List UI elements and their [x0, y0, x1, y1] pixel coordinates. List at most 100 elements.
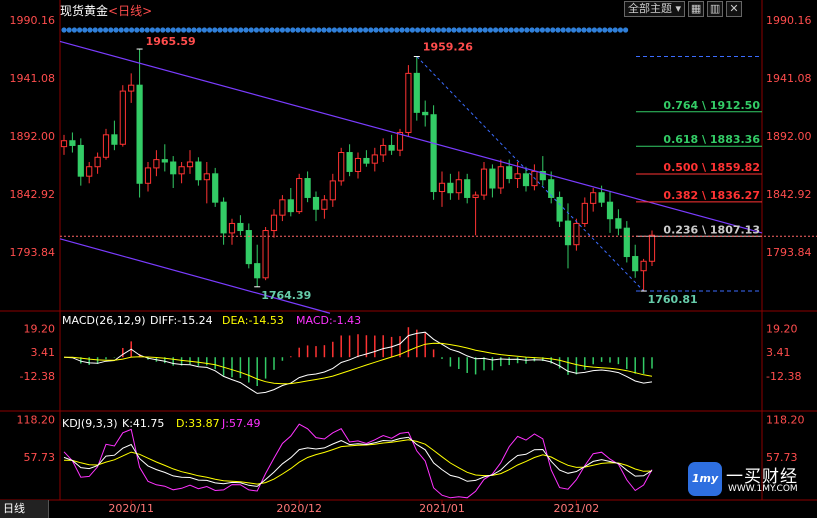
status-dot — [139, 27, 145, 33]
status-dot — [357, 27, 363, 33]
status-dot — [212, 27, 218, 33]
grid-icon[interactable]: ▦ — [688, 1, 705, 17]
candle-body — [228, 222, 236, 234]
extreme-label: 1965.59 — [146, 35, 196, 48]
candle-body — [606, 201, 614, 220]
toolbar: 全部主题 ▾ ▦ ▥ ✕ — [624, 1, 743, 17]
candle-body — [237, 222, 244, 232]
kdj-d: D:33.87 — [176, 417, 220, 430]
status-dot — [253, 27, 259, 33]
candle-body — [632, 256, 639, 272]
status-dot — [342, 27, 348, 33]
candle-body — [623, 227, 630, 258]
status-dot — [300, 27, 306, 33]
status-dot — [290, 27, 296, 33]
status-dot — [425, 27, 431, 33]
candle-body — [178, 166, 185, 175]
candle-body — [422, 111, 429, 116]
candle-body — [195, 161, 202, 181]
macd-yaxis-right: 19.20 — [766, 322, 798, 335]
kdj-j: J:57.49 — [221, 417, 260, 430]
candle-body — [354, 157, 362, 172]
layout-icon[interactable]: ▥ — [707, 1, 724, 17]
logo-badge: 1my — [688, 462, 722, 496]
macd-yaxis-left: 19.20 — [24, 322, 56, 335]
status-dot — [82, 27, 88, 33]
status-dot — [92, 27, 98, 33]
status-dot — [441, 27, 447, 33]
candle-body — [346, 152, 353, 172]
status-dot — [233, 27, 239, 33]
status-dot — [513, 27, 520, 33]
status-dot — [305, 27, 311, 33]
candle-body — [338, 152, 345, 182]
kdj-yaxis-left: 57.73 — [24, 451, 56, 464]
status-dot — [446, 27, 452, 33]
fib-level-label: 0.236 \ 1807.13 — [663, 223, 760, 236]
status-dot — [472, 27, 478, 33]
candle-body — [86, 166, 93, 177]
macd-yaxis-left: 3.41 — [31, 346, 56, 359]
status-dot — [607, 27, 613, 33]
status-dot — [87, 27, 93, 33]
candle-body — [590, 192, 597, 204]
candle-body — [102, 134, 110, 158]
candle-body — [598, 192, 605, 203]
status-dot — [170, 27, 176, 33]
candle-body — [170, 161, 177, 175]
yaxis-label-left: 1941.08 — [10, 72, 56, 85]
status-dot — [331, 27, 337, 33]
status-dot — [477, 27, 483, 33]
status-dot — [243, 27, 249, 33]
period-tab[interactable]: 日线 — [0, 500, 49, 518]
status-dot — [612, 27, 618, 33]
candle-body — [161, 159, 168, 163]
status-dot — [181, 27, 187, 33]
theme-button[interactable]: 全部主题 ▾ — [624, 1, 686, 17]
close-icon[interactable]: ✕ — [726, 1, 743, 17]
status-dot — [389, 27, 395, 33]
candle-body — [203, 173, 210, 181]
status-dot — [503, 27, 509, 33]
status-dot — [576, 27, 582, 33]
candle-body — [648, 234, 656, 262]
candle-body — [405, 72, 412, 133]
status-dot — [175, 27, 181, 33]
status-dot — [363, 27, 369, 33]
candle-body — [564, 220, 572, 246]
status-dot — [519, 27, 525, 33]
status-dot — [285, 27, 291, 33]
status-dot — [581, 27, 587, 33]
status-dot — [134, 27, 140, 33]
candle-body — [413, 72, 420, 113]
fib-level-label: 0.500 \ 1859.82 — [663, 161, 760, 174]
candle-body — [480, 168, 488, 196]
yaxis-label-left: 1793.84 — [10, 246, 56, 259]
macd-yaxis-right: 3.41 — [766, 346, 791, 359]
macd-value: MACD:-1.43 — [296, 314, 361, 327]
yaxis-label-left: 1990.16 — [10, 14, 56, 27]
period-label[interactable]: <日线> — [108, 4, 152, 18]
chart-canvas[interactable]: 1990.16 1990.16 1941.08 1941.08 1892.00 1892.… — [0, 0, 817, 518]
status-dot — [560, 27, 566, 33]
candle-body — [447, 182, 454, 194]
status-dot — [201, 27, 207, 33]
candle-body — [506, 166, 513, 180]
yaxis-label-right: 1990.16 — [766, 14, 812, 27]
fib-level-label: 0.618 \ 1883.36 — [663, 133, 760, 146]
status-dot — [269, 27, 275, 33]
status-dot — [368, 27, 374, 33]
status-dot — [352, 27, 358, 33]
yaxis-label-right: 1941.08 — [766, 72, 812, 85]
status-dot — [378, 27, 384, 33]
candle-body — [153, 159, 160, 169]
status-dot — [487, 27, 493, 33]
status-dot — [144, 27, 150, 33]
status-dot — [337, 27, 343, 33]
candle-body — [321, 199, 328, 210]
theme-button-label: 全部主题 — [628, 2, 672, 15]
status-dot — [61, 27, 67, 33]
status-dot — [316, 27, 322, 33]
candle-body — [304, 178, 311, 198]
macd-dea: DEA:-14.53 — [222, 314, 284, 327]
